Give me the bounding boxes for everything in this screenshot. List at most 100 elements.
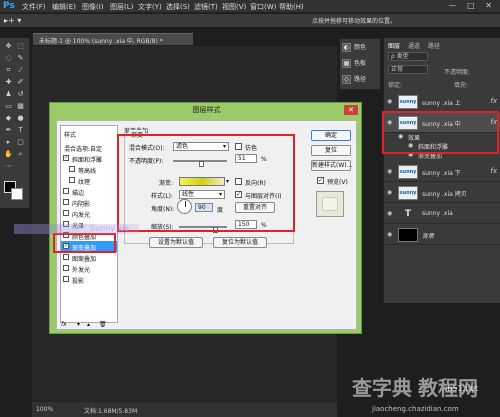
panel-paths[interactable]: ◇ 路径 (342, 74, 380, 87)
menu-select[interactable]: 选择(S) (166, 2, 190, 12)
layer-row[interactable]: ◉ T sunny .xia (384, 204, 500, 224)
style-label: 等高线 (78, 168, 97, 175)
dodge-icon[interactable]: ● (15, 114, 26, 123)
window-controls[interactable]: — □ ✕ (449, 1, 496, 10)
menu-view[interactable]: 视图(V) (222, 2, 246, 12)
eyedropper-icon[interactable]: ⁄ (15, 66, 26, 75)
layer-name: sunny .xia 上 (422, 100, 461, 107)
watermark-text: Sunny xia (90, 224, 130, 233)
style-blending-options[interactable]: 混合选项:自定 (61, 142, 117, 153)
eye-icon[interactable]: ◉ (387, 168, 392, 175)
checkbox[interactable] (63, 276, 69, 282)
eye-icon[interactable]: ◉ (387, 210, 392, 217)
quick-select-icon[interactable]: ✎ (15, 54, 26, 63)
move-up-icon[interactable]: ▴ (87, 321, 90, 328)
style-pattern-overlay[interactable]: 图案叠加 (61, 252, 117, 263)
panel-color[interactable]: ◐ 颜色 (342, 42, 380, 55)
hand-icon[interactable]: ✋ (3, 150, 14, 159)
collapsed-panels: ◐ 颜色 ▦ 色板 ◇ 路径 (339, 38, 381, 90)
preview-checkbox[interactable]: ✓ (317, 177, 324, 184)
style-texture[interactable]: 纹理 (61, 175, 117, 186)
checkbox[interactable] (63, 265, 69, 271)
layer-row[interactable]: ◉ sunny sunny .xia 上 fx (384, 92, 500, 112)
layer-thumbnail (398, 228, 418, 242)
dialog-close-button[interactable]: ✕ (344, 105, 358, 115)
menu-help[interactable]: 帮助(H) (279, 2, 304, 12)
checkbox[interactable]: ✓ (63, 155, 69, 161)
crop-icon[interactable]: ⌗ (3, 66, 14, 75)
status-bar: 100% 文档:1.68M/5.83M (32, 401, 337, 417)
style-label: 描边 (72, 190, 85, 197)
type-icon[interactable]: T (15, 126, 26, 135)
layer-blend-mode[interactable]: 正常 (388, 65, 428, 74)
blur-icon[interactable]: ◆ (3, 114, 14, 123)
layer-row[interactable]: ◉ 背景 (384, 225, 500, 245)
reset-button[interactable]: 复位 (311, 145, 351, 156)
fx-icon[interactable]: fx (61, 321, 67, 328)
checkbox[interactable] (63, 210, 69, 216)
tab-layers[interactable]: 图层 (388, 41, 400, 50)
checkbox[interactable] (63, 199, 69, 205)
layer-thumbnail: sunny (398, 95, 418, 109)
lasso-icon[interactable]: ◌ (3, 54, 14, 63)
history-brush-icon[interactable]: ↺ (15, 90, 26, 99)
pen-icon[interactable]: ✒ (3, 126, 14, 135)
style-inner-shadow[interactable]: 内阴影 (61, 197, 117, 208)
layer-row[interactable]: ◉ sunny sunny .xia 下 fx (384, 162, 500, 182)
style-label: 混合选项:自定 (64, 146, 103, 153)
path-select-icon[interactable]: ▸ (3, 138, 14, 147)
zoom-level[interactable]: 100% (36, 406, 53, 413)
menu-edit[interactable]: 编辑(E) (52, 2, 76, 12)
style-stroke[interactable]: 描边 (61, 186, 117, 197)
menu-filter[interactable]: 滤镜(T) (194, 2, 218, 12)
marquee-icon[interactable]: ⬚ (15, 42, 26, 51)
panel-swatches[interactable]: ▦ 色板 (342, 58, 380, 71)
layer-row[interactable]: ◉ sunny sunny .xia 拷贝 (384, 183, 500, 203)
layer-name: 背景 (422, 233, 435, 240)
move-tool-icon[interactable]: ▸+ ▾ (4, 16, 21, 25)
ok-button[interactable]: 确定 (311, 130, 351, 141)
menu-image[interactable]: 图像(I) (82, 2, 104, 12)
kind-filter[interactable]: ρ 类型 (388, 52, 428, 61)
fx-icon[interactable]: fx (490, 167, 497, 175)
set-default-button[interactable]: 设置为默认值 (149, 237, 203, 248)
menu-layer[interactable]: 图层(L) (110, 2, 133, 12)
move-icon[interactable]: ✥ (3, 42, 14, 51)
background-color-swatch[interactable] (11, 188, 23, 200)
tab-paths[interactable]: 路径 (428, 41, 440, 50)
checkbox[interactable] (69, 166, 75, 172)
document-tab[interactable]: 未标题-1 @ 100% (sunny .xia 中, RGB/8) * (33, 33, 193, 45)
checkbox[interactable] (69, 177, 75, 183)
fx-icon[interactable]: fx (490, 97, 497, 105)
menu-window[interactable]: 窗口(W) (250, 2, 276, 12)
checkbox[interactable] (63, 188, 69, 194)
brush-icon[interactable]: ✐ (15, 78, 26, 87)
stamp-icon[interactable]: ♟ (3, 90, 14, 99)
style-inner-glow[interactable]: 内发光 (61, 208, 117, 219)
style-outer-glow[interactable]: 外发光 (61, 263, 117, 274)
new-style-button[interactable]: 新建样式(W)... (311, 160, 352, 171)
style-drop-shadow[interactable]: 投影 (61, 274, 117, 285)
eye-icon[interactable]: ◉ (387, 98, 392, 105)
menu-type[interactable]: 文字(Y) (138, 2, 162, 12)
reset-default-button[interactable]: 复位为默认值 (213, 237, 267, 248)
tab-channels[interactable]: 通道 (408, 41, 420, 50)
styles-header: 样式 (64, 132, 77, 139)
delete-icon[interactable]: 🗑 (99, 321, 107, 328)
menu-file[interactable]: 文件(F) (22, 2, 46, 12)
zoom-icon[interactable]: ⌕ (15, 150, 26, 159)
gradient-icon[interactable]: ▦ (15, 102, 26, 111)
eraser-icon[interactable]: ▭ (3, 102, 14, 111)
move-down-icon[interactable]: ▾ (77, 321, 80, 328)
eye-icon[interactable]: ◉ (387, 231, 392, 238)
style-label: 图案叠加 (72, 256, 97, 263)
eye-icon[interactable]: ◉ (387, 189, 392, 196)
document-title: 未标题-1 @ 100% (sunny .xia 中, RGB/8) * (39, 38, 163, 45)
healing-icon[interactable]: ✚ (3, 78, 14, 87)
watermark-url: jiaocheng.chazidian.com (372, 405, 459, 413)
style-bevel-emboss[interactable]: ✓ 斜面和浮雕 (61, 153, 117, 164)
more-tools-icon[interactable]: ⋯ (3, 162, 14, 171)
style-contour[interactable]: 等高线 (61, 164, 117, 175)
checkbox[interactable] (63, 254, 69, 260)
shape-icon[interactable]: ▢ (15, 138, 26, 147)
